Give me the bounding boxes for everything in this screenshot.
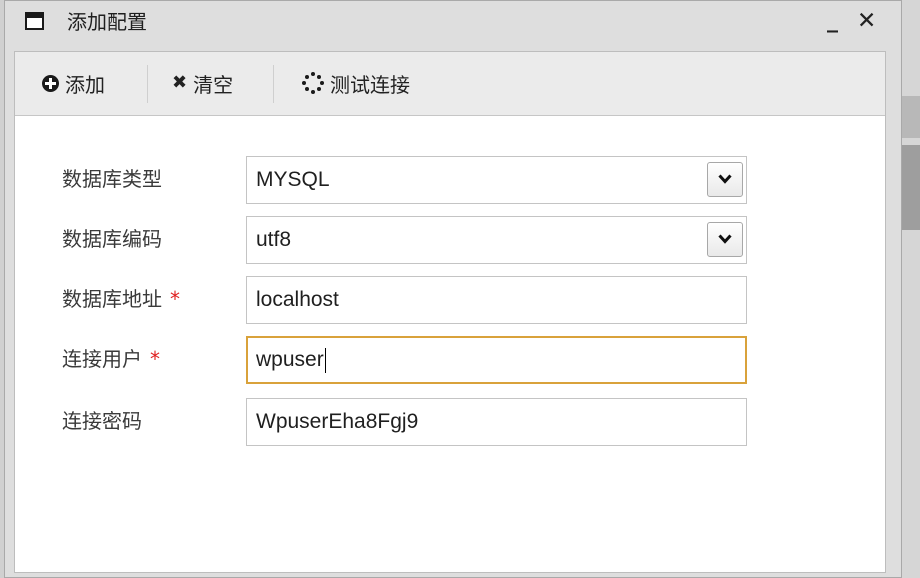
required-mark: * [170, 287, 180, 311]
dialog-title: 添加配置 [67, 10, 147, 34]
plus-circle-icon [42, 74, 59, 92]
db-address-label-text: 数据库地址 [62, 287, 162, 311]
db-type-value: MYSQL [256, 168, 330, 191]
conn-user-input[interactable]: wpuser [246, 336, 747, 384]
db-address-value: localhost [256, 288, 339, 311]
add-config-dialog: 添加配置 _ ✕ 添加 ✖ 清空 测试连接 数据库类型 MYSQL 数据库编码 … [4, 0, 902, 578]
db-encoding-label: 数据库编码 [62, 226, 162, 252]
times-icon: ✖ [172, 72, 188, 93]
db-type-dropdown-button[interactable] [707, 162, 743, 197]
add-button[interactable]: 添加 [42, 67, 105, 99]
db-encoding-label-text: 数据库编码 [62, 227, 162, 251]
dialog-titlebar[interactable]: 添加配置 _ ✕ [5, 1, 901, 45]
clear-button[interactable]: ✖ 清空 [172, 67, 233, 99]
background-right [902, 0, 920, 578]
close-button[interactable]: ✕ [857, 7, 876, 35]
dialog-content: 添加 ✖ 清空 测试连接 数据库类型 MYSQL 数据库编码 utf8 数据库地… [14, 51, 886, 573]
chevron-down-icon [718, 234, 732, 244]
conn-password-label-text: 连接密码 [62, 409, 142, 433]
text-caret [324, 347, 326, 373]
background-band [902, 145, 920, 230]
toolbar-divider [147, 65, 148, 103]
db-encoding-select[interactable]: utf8 [246, 216, 747, 264]
conn-user-label-text: 连接用户 [62, 347, 142, 371]
db-address-label: 数据库地址 * [62, 286, 180, 312]
toolbar: 添加 ✖ 清空 测试连接 [15, 52, 885, 116]
test-connection-label: 测试连接 [330, 72, 410, 97]
conn-password-label: 连接密码 [62, 408, 142, 434]
conn-password-value: WpuserEha8Fgj9 [256, 410, 419, 433]
minimize-button[interactable]: _ [827, 7, 838, 35]
conn-password-input[interactable]: WpuserEha8Fgj9 [246, 398, 747, 446]
db-type-label: 数据库类型 [62, 166, 162, 192]
toolbar-divider [273, 65, 274, 103]
spinner-icon [302, 72, 324, 94]
test-connection-button[interactable]: 测试连接 [302, 67, 410, 99]
add-button-label: 添加 [65, 72, 105, 97]
db-address-input[interactable]: localhost [246, 276, 747, 324]
chevron-down-icon [718, 174, 732, 184]
db-type-label-text: 数据库类型 [62, 167, 162, 191]
conn-user-value: wpuser [256, 348, 324, 371]
clear-button-label: 清空 [193, 72, 234, 97]
background-band [902, 96, 920, 138]
db-encoding-dropdown-button[interactable] [707, 222, 743, 257]
db-type-select[interactable]: MYSQL [246, 156, 747, 204]
required-mark: * [150, 347, 160, 371]
conn-user-label: 连接用户 * [62, 346, 160, 372]
db-encoding-value: utf8 [256, 228, 292, 251]
window-icon [25, 12, 44, 30]
